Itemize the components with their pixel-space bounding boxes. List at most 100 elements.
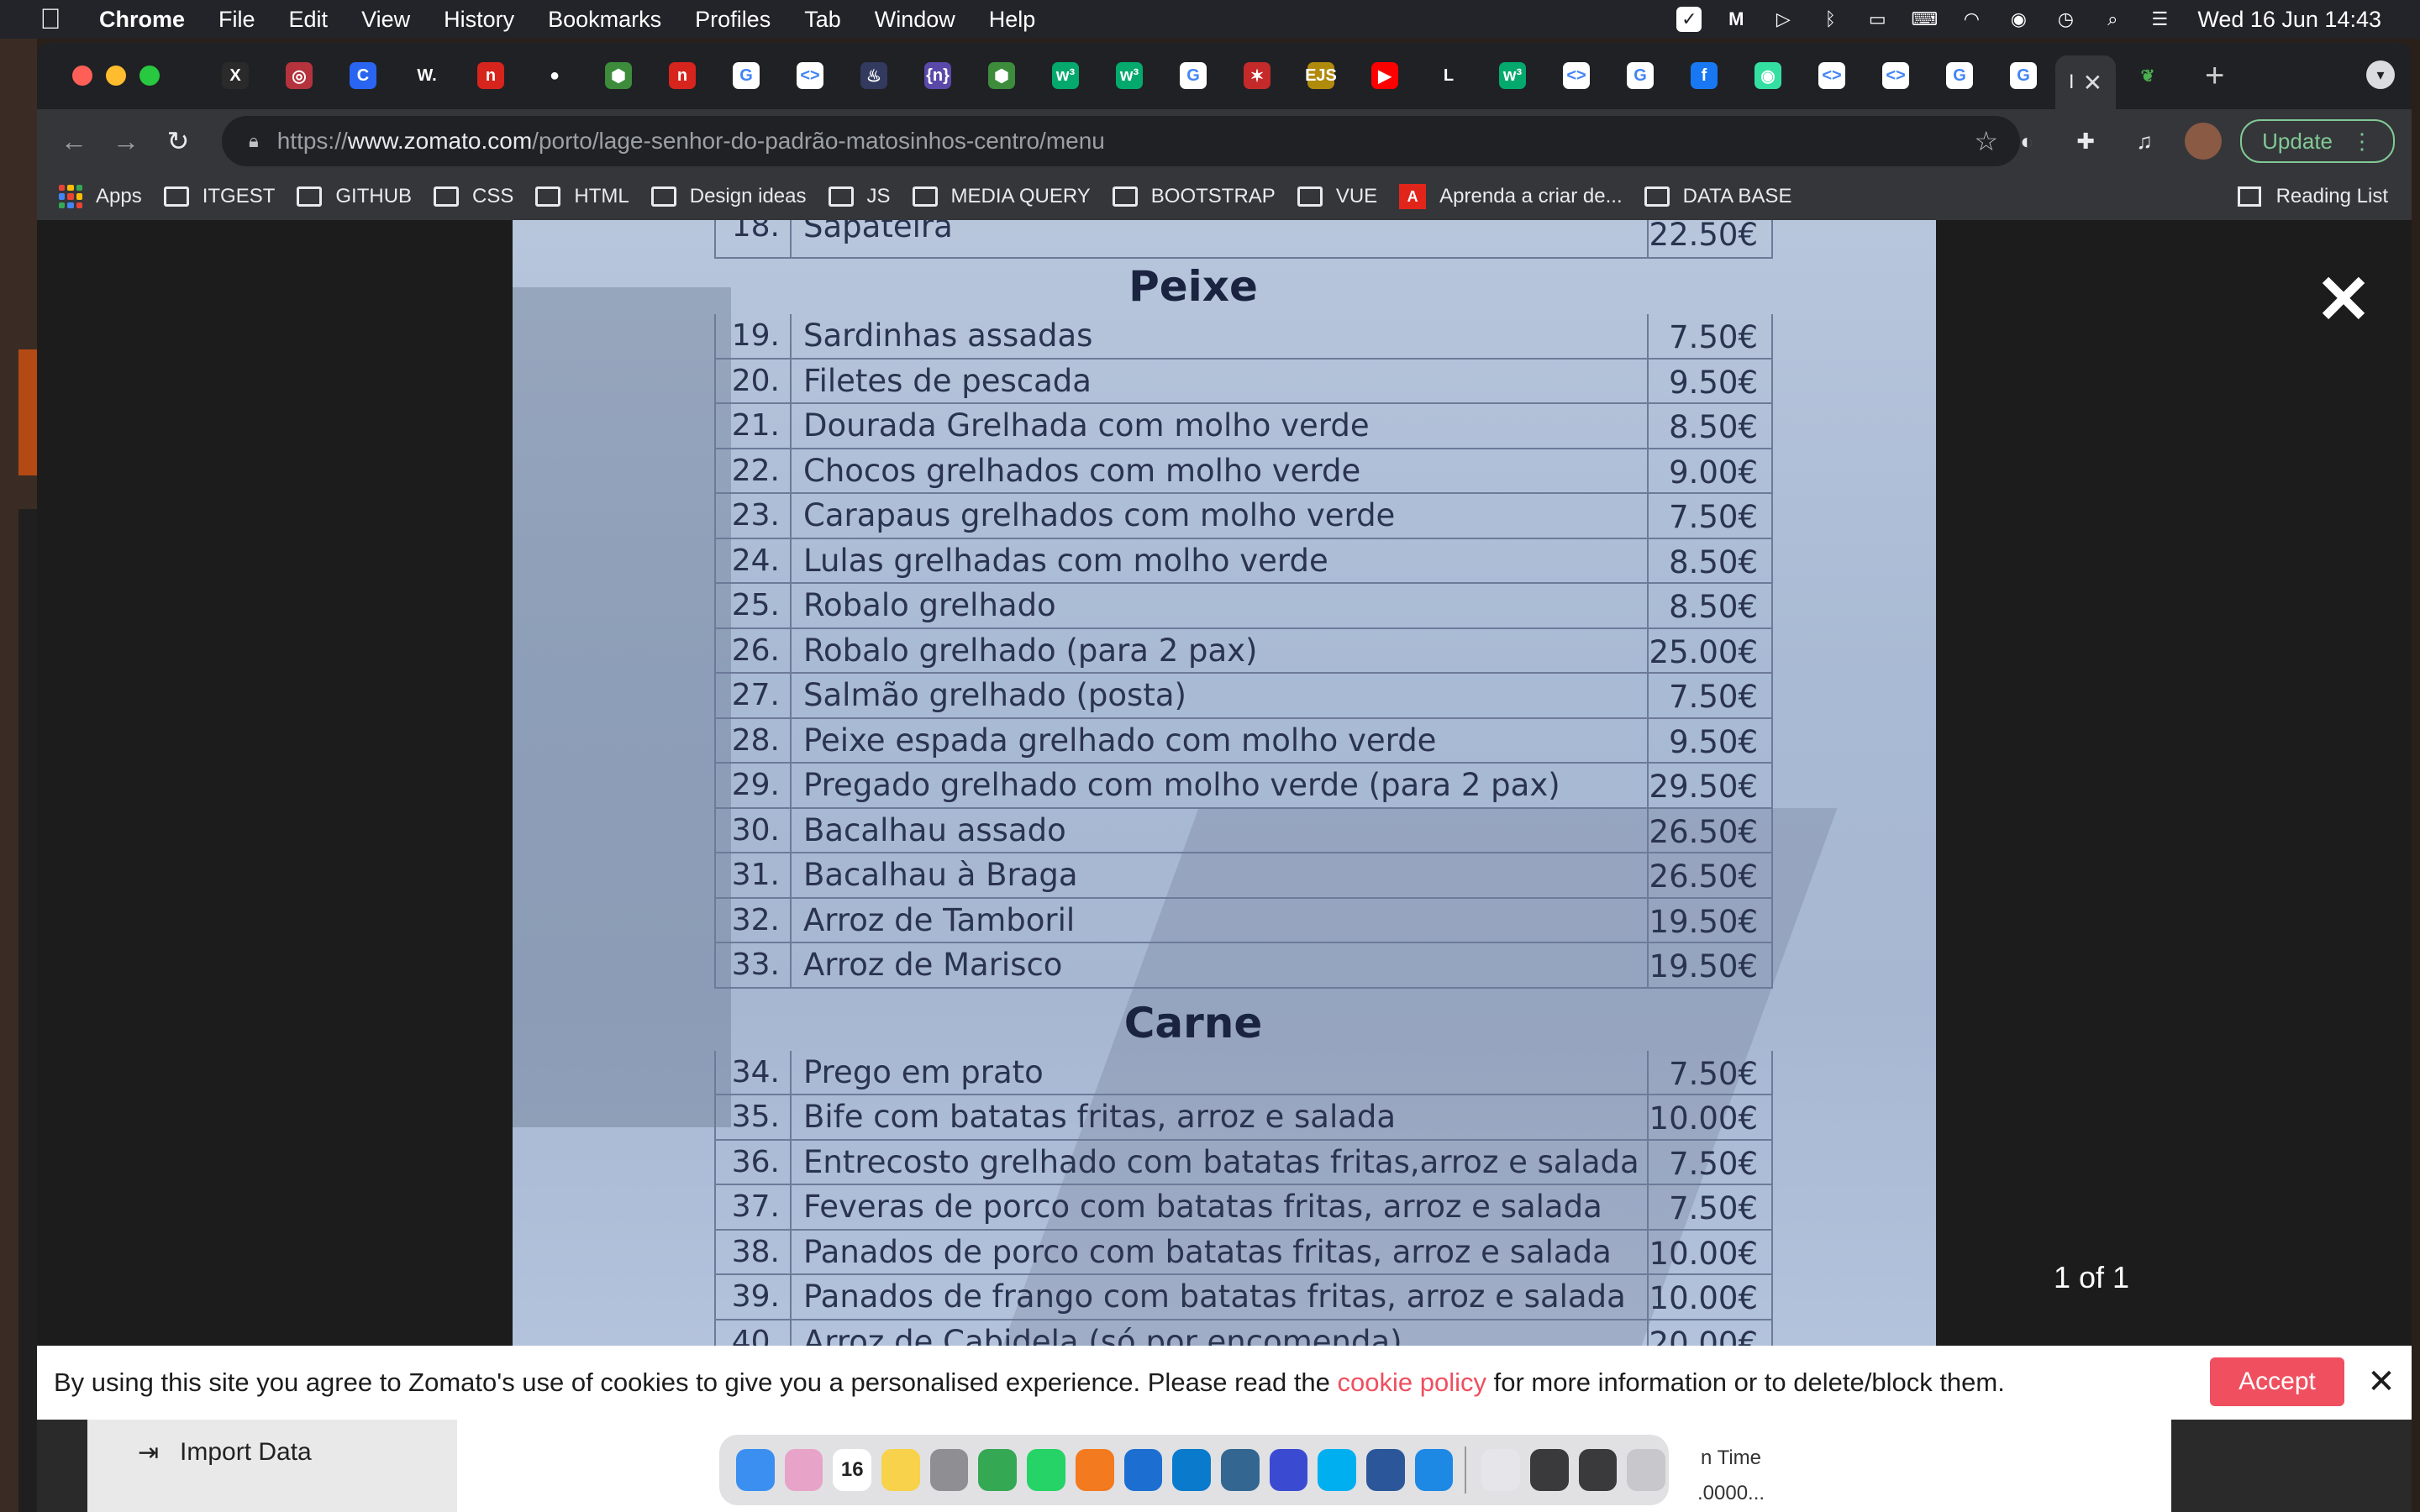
tab[interactable]: ⬢ bbox=[970, 50, 1034, 101]
tab[interactable]: ❦ bbox=[2116, 50, 2180, 101]
bookmark-apps[interactable]: Apps bbox=[59, 185, 142, 208]
sublime-icon[interactable] bbox=[1075, 1449, 1114, 1491]
tab[interactable]: f bbox=[1672, 50, 1736, 101]
check-icon[interactable]: ✓ bbox=[1676, 7, 1702, 32]
lock-icon[interactable]: 🔒︎ bbox=[249, 130, 259, 152]
profile-avatar[interactable] bbox=[2185, 123, 2223, 160]
tab-search-button[interactable]: ▾ bbox=[2366, 60, 2395, 89]
tab[interactable]: G bbox=[1991, 50, 2055, 101]
apple-icon[interactable]:  bbox=[35, 3, 66, 35]
codepen-icon[interactable] bbox=[1269, 1449, 1308, 1491]
menu-file[interactable]: File bbox=[218, 7, 255, 33]
tab[interactable]: G bbox=[714, 50, 778, 101]
bluetooth-icon[interactable]: ᛒ bbox=[1818, 7, 1843, 32]
postgres-icon[interactable] bbox=[1220, 1449, 1260, 1491]
menu-window[interactable]: Window bbox=[875, 7, 955, 33]
close-tab-icon[interactable]: ✕ bbox=[2083, 69, 2102, 97]
import-icon[interactable]: ⇥ bbox=[138, 1438, 159, 1467]
tab[interactable]: n bbox=[459, 50, 523, 101]
menubar-clock[interactable]: Wed 16 Jun 14:43 bbox=[2197, 7, 2381, 33]
menu-help[interactable]: Help bbox=[989, 7, 1036, 33]
wifi-icon[interactable]: ◠ bbox=[1959, 7, 1984, 32]
mail-icon[interactable] bbox=[1414, 1449, 1454, 1491]
tab[interactable]: G bbox=[1161, 50, 1225, 101]
tab[interactable]: {n} bbox=[906, 50, 970, 101]
bookmark-folder[interactable]: MEDIA QUERY bbox=[912, 185, 1091, 208]
reading-list-button[interactable]: Reading List bbox=[2237, 173, 2388, 220]
new-tab-button[interactable]: + bbox=[2205, 57, 2224, 95]
menu-profiles[interactable]: Profiles bbox=[695, 7, 771, 33]
bookmark-folder-database[interactable]: DATA BASE bbox=[1644, 185, 1791, 208]
tab[interactable]: w³ bbox=[1481, 50, 1544, 101]
user-icon[interactable]: ◉ bbox=[2006, 7, 2031, 32]
play-icon[interactable]: ▷ bbox=[1770, 7, 1796, 32]
tab[interactable]: EJS bbox=[1289, 50, 1353, 101]
bookmark-folder[interactable]: BOOTSTRAP bbox=[1112, 185, 1276, 208]
search-icon[interactable]: ⌕ bbox=[2100, 7, 2125, 32]
menu-history[interactable]: History bbox=[444, 7, 514, 33]
import-data-button[interactable]: Import Data bbox=[180, 1438, 312, 1467]
skype-icon[interactable] bbox=[1318, 1449, 1356, 1491]
tab[interactable]: <> bbox=[1544, 50, 1608, 101]
accept-cookies-button[interactable]: Accept bbox=[2210, 1357, 2344, 1406]
control-center-icon[interactable]: ☰ bbox=[2147, 7, 2172, 32]
calendar-icon[interactable]: 16 bbox=[833, 1449, 872, 1491]
bookmark-adobe[interactable]: A Aprenda a criar de... bbox=[1399, 184, 1623, 209]
launchpad-icon[interactable] bbox=[784, 1449, 823, 1491]
extension-icon[interactable]: ◐ bbox=[2010, 124, 2044, 158]
bookmark-folder[interactable]: ITGEST bbox=[163, 185, 275, 208]
bookmark-folder[interactable]: Design ideas bbox=[650, 185, 807, 208]
media-control-icon[interactable]: ♫ bbox=[2128, 124, 2161, 158]
tab[interactable]: C bbox=[331, 50, 395, 101]
time-machine-icon[interactable]: ◷ bbox=[2053, 7, 2078, 32]
vscode-icon[interactable] bbox=[1172, 1449, 1211, 1491]
menu-edit[interactable]: Edit bbox=[289, 7, 329, 33]
preview-icon[interactable] bbox=[1481, 1449, 1520, 1491]
tab[interactable]: ● bbox=[523, 50, 587, 101]
puzzle-icon[interactable]: ✚ bbox=[2069, 124, 2102, 158]
menu-app-name[interactable]: Chrome bbox=[99, 7, 185, 33]
forward-button[interactable]: → bbox=[109, 124, 143, 158]
close-cookie-banner-icon[interactable]: ✕ bbox=[2365, 1357, 2398, 1406]
word-icon[interactable] bbox=[1365, 1449, 1405, 1491]
xcode-icon[interactable] bbox=[1123, 1449, 1163, 1491]
close-window-button[interactable] bbox=[72, 66, 92, 86]
menu-view[interactable]: View bbox=[361, 7, 410, 33]
tab[interactable]: W. bbox=[395, 50, 459, 101]
tab[interactable]: <> bbox=[1800, 50, 1864, 101]
tab[interactable]: ⬢ bbox=[587, 50, 650, 101]
notes-icon[interactable] bbox=[881, 1449, 920, 1491]
tab[interactable]: <> bbox=[1864, 50, 1928, 101]
tab[interactable]: G bbox=[1608, 50, 1672, 101]
minimize-window-button[interactable] bbox=[106, 66, 126, 86]
tab[interactable]: X bbox=[203, 50, 267, 101]
zoom-window-button[interactable] bbox=[139, 66, 160, 86]
tab[interactable]: G bbox=[1928, 50, 1991, 101]
tab[interactable]: L bbox=[1417, 50, 1481, 101]
window-icon[interactable] bbox=[1578, 1449, 1618, 1491]
tab[interactable]: <> bbox=[778, 50, 842, 101]
tab[interactable]: ▶ bbox=[1353, 50, 1417, 101]
tab[interactable]: ◎ bbox=[267, 50, 331, 101]
chrome-icon[interactable] bbox=[978, 1449, 1018, 1491]
finder-icon[interactable] bbox=[736, 1449, 775, 1491]
bookmark-folder[interactable]: HTML bbox=[535, 185, 629, 208]
tab[interactable]: w³ bbox=[1097, 50, 1161, 101]
trash-icon[interactable] bbox=[1627, 1449, 1665, 1491]
whatsapp-icon[interactable] bbox=[1027, 1449, 1065, 1491]
back-button[interactable]: ← bbox=[57, 124, 91, 158]
address-bar[interactable]: 🔒︎ https://www.zomato.com/porto/lage-sen… bbox=[222, 116, 2020, 166]
url-text[interactable]: https://www.zomato.com/porto/lage-senhor… bbox=[277, 128, 1105, 155]
menu-bookmarks[interactable]: Bookmarks bbox=[548, 7, 661, 33]
keyboard-icon[interactable]: ⌨ bbox=[1911, 7, 1938, 32]
tab[interactable]: ◉ bbox=[1736, 50, 1800, 101]
cookie-policy-link[interactable]: cookie policy bbox=[1338, 1368, 1486, 1397]
bookmark-folder[interactable]: VUE bbox=[1297, 185, 1377, 208]
more-menu-icon[interactable]: ⋮ bbox=[2351, 129, 2373, 155]
settings-icon[interactable] bbox=[929, 1449, 969, 1491]
update-button[interactable]: Update ⋮ bbox=[2240, 119, 2395, 163]
bookmark-folder[interactable]: GITHUB bbox=[297, 185, 412, 208]
tab[interactable]: w³ bbox=[1034, 50, 1097, 101]
reload-button[interactable]: ↻ bbox=[161, 124, 195, 158]
bookmark-folder[interactable]: CSS bbox=[434, 185, 513, 208]
